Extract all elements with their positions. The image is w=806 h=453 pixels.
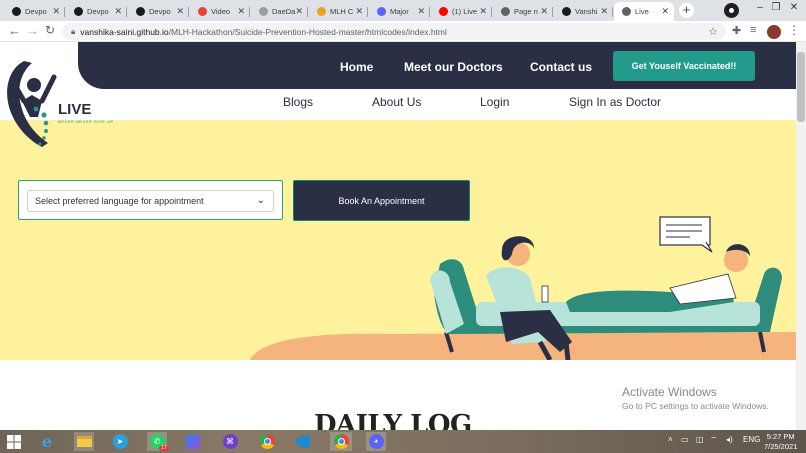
therapy-illustration [250,216,796,360]
tray-language[interactable]: ENG [743,435,760,444]
close-window-button[interactable]: ✕ [786,2,802,13]
nav-doctor-signin-link[interactable]: Sign In as Doctor [569,95,661,109]
language-select[interactable]: Select preferred language for appointmen… [27,190,274,212]
taskbar-clock[interactable]: 5:27 PM 7/25/2021 [764,432,797,452]
close-tab-icon[interactable]: ✕ [295,6,303,17]
windows-taskbar: e ➤ ✆ 17 ⌘ ◕ ˄ ▭ ◫ ⌔ ◂) ENG 5:27 PM 7/25… [0,430,806,453]
reload-icon[interactable]: ↻ [45,23,55,37]
activate-title: Activate Windows [622,385,717,399]
ie-icon[interactable]: e [37,432,57,451]
logo-tagline: NEVER NEVER GIVE UP [58,119,114,124]
whatsapp-icon[interactable]: ✆ 17 [147,432,169,451]
activate-windows-watermark: Activate Windows Go to PC settings to ac… [622,385,769,411]
vscode-icon[interactable] [293,432,313,451]
photos-icon [198,7,207,16]
browser-tab[interactable]: Video ✕ [190,2,250,21]
language-select-box: Select preferred language for appointmen… [18,180,283,220]
address-bar[interactable]: 🔒︎ vanshika-saini.github.io/MLH-Hackatho… [62,23,726,40]
tray-volume-icon[interactable]: ◂) [726,435,733,444]
browser-tab[interactable]: DaeDa ✕ [251,2,308,21]
discord-icon [377,7,386,16]
back-arrow-icon[interactable]: ← [8,23,21,38]
url-path: /MLH-Hackathon/Suicide-Prevention-Hosted… [168,26,447,37]
devpost-icon [74,7,83,16]
language-select-value: Select preferred language for appointmen… [35,196,204,206]
speech-bubble-icon [659,216,713,253]
nav-doctors-link[interactable]: Meet our Doctors [404,60,503,74]
browser-menu-icon[interactable]: ⋮ [788,23,800,37]
get-vaccinated-button[interactable]: Get Youself Vaccinated!! [613,51,755,81]
lock-icon: 🔒︎ [71,26,76,36]
live-logo[interactable]: LIVE NEVER NEVER GIVE UP [2,57,120,147]
browser-tab[interactable]: Vanshi ✕ [554,2,613,21]
nav-login-link[interactable]: Login [480,95,509,109]
nav-about-link[interactable]: About Us [372,95,421,109]
nav-home-link[interactable]: Home [340,60,373,74]
globe-icon [501,7,510,16]
tray-network-icon[interactable]: ◫ [696,435,704,444]
globe-icon [259,7,268,16]
file-explorer-icon[interactable] [74,432,94,451]
close-tab-icon[interactable]: ✕ [661,6,669,17]
browser-tab[interactable]: MLH C ✕ [309,2,368,21]
extensions-puzzle-icon[interactable]: ✚ [732,24,741,37]
discord-icon[interactable]: ◕ [366,432,386,451]
close-tab-icon[interactable]: ✕ [237,6,245,17]
close-tab-icon[interactable]: ✕ [417,6,425,17]
tray-device-icon[interactable]: ▭ [681,435,689,444]
clock-time: 5:27 PM [766,432,795,441]
activate-subtitle: Go to PC settings to activate Windows. [622,401,769,411]
bookmark-star-icon[interactable]: ☆ [708,25,718,38]
tray-wifi-icon[interactable]: ⌔ [710,435,718,445]
globe-icon [622,7,631,16]
logo-text: LIVE [58,101,91,118]
web-page: Home Meet our Doctors Contact us Get You… [0,42,796,430]
clock-date: 7/25/2021 [764,442,798,451]
close-tab-icon[interactable]: ✕ [600,6,608,17]
avatar[interactable] [767,25,781,39]
scrollbar-thumb[interactable] [797,52,805,122]
daily-log-heading: DAILY LOG [314,410,472,430]
browser-tab[interactable]: (1) Live ✕ [431,2,492,21]
photos-app-icon[interactable] [183,432,203,451]
close-tab-icon[interactable]: ✕ [114,6,122,17]
close-tab-icon[interactable]: ✕ [540,6,548,17]
windows-start-icon[interactable] [4,432,24,451]
profile-menu-icon[interactable] [724,3,739,18]
new-tab-button[interactable]: + [679,3,694,18]
browser-tab[interactable]: Live ✕ [614,2,674,21]
url-host: vanshika-saini.github.io [80,26,169,37]
browser-tab[interactable]: Major ✕ [369,2,430,21]
browser-tab[interactable]: Devpo ✕ [66,2,127,21]
browser-toolbar: ← → ↻ 🔒︎ vanshika-saini.github.io/MLH-Ha… [0,21,806,42]
devpost-icon [12,7,21,16]
devpost-icon [136,7,145,16]
nav-blogs-link[interactable]: Blogs [283,95,313,109]
telegram-icon[interactable]: ➤ [110,432,130,451]
github-icon [562,7,571,16]
forward-arrow-icon[interactable]: → [26,23,39,38]
close-tab-icon[interactable]: ✕ [176,6,184,17]
minimize-button[interactable]: – [752,2,768,13]
reading-list-icon[interactable]: ≡ [750,24,756,36]
close-tab-icon[interactable]: ✕ [355,6,363,17]
browser-tab[interactable]: Devpo ✕ [4,2,65,21]
tray-chevron-icon[interactable]: ˄ [668,435,673,444]
mlh-icon [317,7,326,16]
chrome-profile-icon[interactable] [330,432,352,451]
whatsapp-badge: 17 [158,445,169,451]
restore-button[interactable]: ❐ [768,2,784,13]
youtube-icon [439,7,448,16]
close-tab-icon[interactable]: ✕ [479,6,487,17]
chrome-icon[interactable] [257,432,277,451]
browser-tab[interactable]: Devpo ✕ [128,2,189,21]
browser-tab[interactable]: Page n ✕ [493,2,553,21]
nav-contact-link[interactable]: Contact us [530,60,592,74]
close-tab-icon[interactable]: ✕ [52,6,60,17]
github-desktop-icon[interactable]: ⌘ [220,432,240,451]
